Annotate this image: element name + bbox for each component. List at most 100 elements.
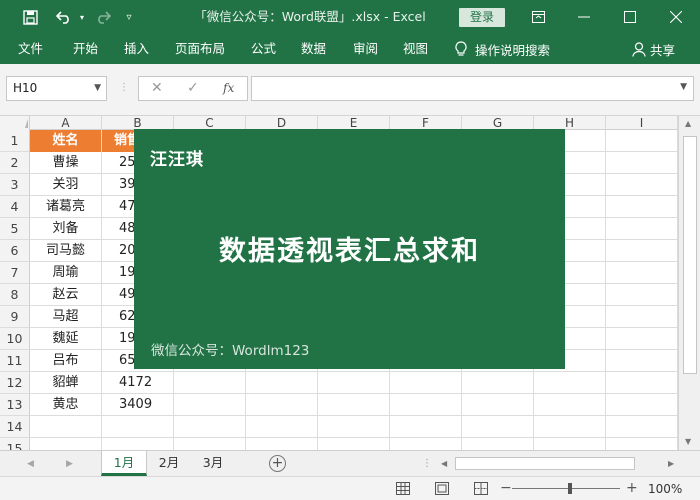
horizontal-scrollbar[interactable]: ◀ ▶: [437, 457, 682, 471]
menu-page-layout[interactable]: 页面布局: [175, 34, 225, 64]
scroll-thumb[interactable]: [683, 136, 697, 374]
tab-splitter-icon[interactable]: ⋮: [422, 458, 432, 469]
name-cell[interactable]: 司马懿: [30, 240, 101, 262]
name-cell[interactable]: 马超: [30, 306, 101, 328]
row-header[interactable]: 5: [0, 218, 30, 240]
page-layout-view-icon[interactable]: [435, 482, 449, 495]
menu-view[interactable]: 视图: [403, 34, 428, 64]
row-header[interactable]: 14: [0, 416, 30, 438]
row-header[interactable]: 13: [0, 394, 30, 416]
login-button[interactable]: 登录: [459, 8, 505, 27]
title-bar: ▾ ▿ 「微信公众号：Word联盟」.xlsx - Excel 登录: [0, 0, 700, 34]
menu-data[interactable]: 数据: [301, 34, 326, 64]
scroll-right-icon[interactable]: ▶: [668, 457, 674, 470]
close-icon[interactable]: [653, 0, 699, 34]
formula-tools: ✕ ✓ fx: [138, 76, 248, 101]
sheet-tab-feb[interactable]: 2月: [147, 451, 191, 476]
cancel-icon[interactable]: ✕: [151, 77, 163, 100]
column-header-f[interactable]: F: [390, 116, 462, 130]
sheet-tabs-bar: ◀ ▶ 1月 2月 3月 + ⋮ ◀ ▶: [0, 450, 700, 476]
name-cell[interactable]: 吕布: [30, 350, 101, 372]
ribbon-display-options-icon[interactable]: [515, 0, 561, 34]
name-cell[interactable]: 赵云: [30, 284, 101, 306]
row-header[interactable]: 9: [0, 306, 30, 328]
row-header[interactable]: 4: [0, 196, 30, 218]
name-cell[interactable]: 曹操: [30, 152, 101, 174]
name-cell[interactable]: 关羽: [30, 174, 101, 196]
formula-input[interactable]: ▼: [251, 76, 694, 101]
column-header-i[interactable]: I: [606, 116, 678, 130]
window-title: 「微信公众号：Word联盟」.xlsx - Excel: [194, 9, 426, 24]
ribbon-tabs: 文件 开始 插入 页面布局 公式 数据 审阅 视图 操作说明搜索 共享: [0, 34, 700, 64]
vertical-scrollbar[interactable]: ▲ ▼: [678, 116, 700, 450]
value-cell[interactable]: 4172: [102, 372, 173, 394]
undo-dropdown-icon[interactable]: ▾: [76, 0, 88, 34]
menu-home[interactable]: 开始: [73, 34, 98, 64]
horizontal-scroll-thumb[interactable]: [455, 457, 635, 470]
row-header[interactable]: 6: [0, 240, 30, 262]
undo-icon[interactable]: [50, 0, 78, 34]
row-header[interactable]: 1: [0, 130, 30, 152]
drag-handle-icon[interactable]: ⋮: [119, 82, 129, 93]
zoom-level[interactable]: 100%: [648, 477, 682, 500]
scroll-left-icon[interactable]: ◀: [441, 457, 447, 470]
menu-file[interactable]: 文件: [18, 34, 43, 64]
row-header[interactable]: 8: [0, 284, 30, 306]
column-header-e[interactable]: E: [318, 116, 390, 130]
row-header[interactable]: 11: [0, 350, 30, 372]
share-button[interactable]: 共享: [632, 34, 675, 64]
tell-me-label: 操作说明搜索: [475, 42, 551, 58]
name-cell[interactable]: 黄忠: [30, 394, 101, 416]
insert-function-icon[interactable]: fx: [223, 77, 234, 100]
name-cell[interactable]: 刘备: [30, 218, 101, 240]
name-cell[interactable]: 诸葛亮: [30, 196, 101, 218]
status-bar: − + 100%: [0, 476, 700, 500]
column-header-h[interactable]: H: [534, 116, 606, 130]
menu-review[interactable]: 审阅: [353, 34, 378, 64]
banner-footer: 微信公众号：Wordlm123: [151, 343, 310, 359]
scroll-up-icon[interactable]: ▲: [685, 119, 691, 128]
page-break-view-icon[interactable]: [474, 482, 488, 495]
row-header[interactable]: 3: [0, 174, 30, 196]
tab-scroll-left-icon[interactable]: ◀: [27, 451, 34, 477]
sheet-tab-mar[interactable]: 3月: [191, 451, 235, 476]
redo-icon[interactable]: [90, 0, 116, 34]
minimize-icon[interactable]: [561, 0, 607, 34]
row-header[interactable]: 10: [0, 328, 30, 350]
name-cell[interactable]: 周瑜: [30, 262, 101, 284]
column-header-a[interactable]: A: [30, 116, 102, 130]
column-header-g[interactable]: G: [462, 116, 534, 130]
column-header-b[interactable]: B: [102, 116, 174, 130]
add-sheet-button[interactable]: +: [269, 455, 286, 472]
row-header[interactable]: 2: [0, 152, 30, 174]
name-box[interactable]: H10 ▼: [6, 76, 107, 101]
value-cell[interactable]: 3409: [102, 394, 173, 416]
menu-insert[interactable]: 插入: [124, 34, 149, 64]
expand-formula-icon[interactable]: ▼: [680, 82, 687, 92]
normal-view-icon[interactable]: [396, 482, 410, 495]
customize-quick-access-icon[interactable]: ▿: [120, 0, 138, 34]
select-all-corner[interactable]: [0, 116, 30, 130]
row-header[interactable]: 15: [0, 438, 30, 450]
zoom-out-button[interactable]: −: [500, 480, 512, 496]
author-name: 汪汪琪: [150, 150, 204, 170]
maximize-icon[interactable]: [607, 0, 653, 34]
column-header-d[interactable]: D: [246, 116, 318, 130]
zoom-slider[interactable]: [512, 488, 620, 489]
zoom-slider-thumb[interactable]: [568, 483, 572, 494]
tell-me-search[interactable]: 操作说明搜索: [455, 34, 550, 64]
row-header[interactable]: 7: [0, 262, 30, 284]
scroll-down-icon[interactable]: ▼: [685, 437, 691, 446]
chevron-down-icon[interactable]: ▼: [94, 77, 101, 100]
sheet-tab-jan[interactable]: 1月: [101, 451, 147, 476]
row-header[interactable]: 12: [0, 372, 30, 394]
tab-scroll-right-icon[interactable]: ▶: [66, 451, 73, 477]
name-cell[interactable]: 貂蝉: [30, 372, 101, 394]
header-cell-name[interactable]: 姓名: [30, 130, 101, 152]
name-cell[interactable]: 魏延: [30, 328, 101, 350]
save-icon[interactable]: [16, 0, 44, 34]
menu-formulas[interactable]: 公式: [251, 34, 276, 64]
enter-icon[interactable]: ✓: [187, 77, 199, 100]
zoom-in-button[interactable]: +: [626, 480, 638, 496]
column-header-c[interactable]: C: [174, 116, 246, 130]
